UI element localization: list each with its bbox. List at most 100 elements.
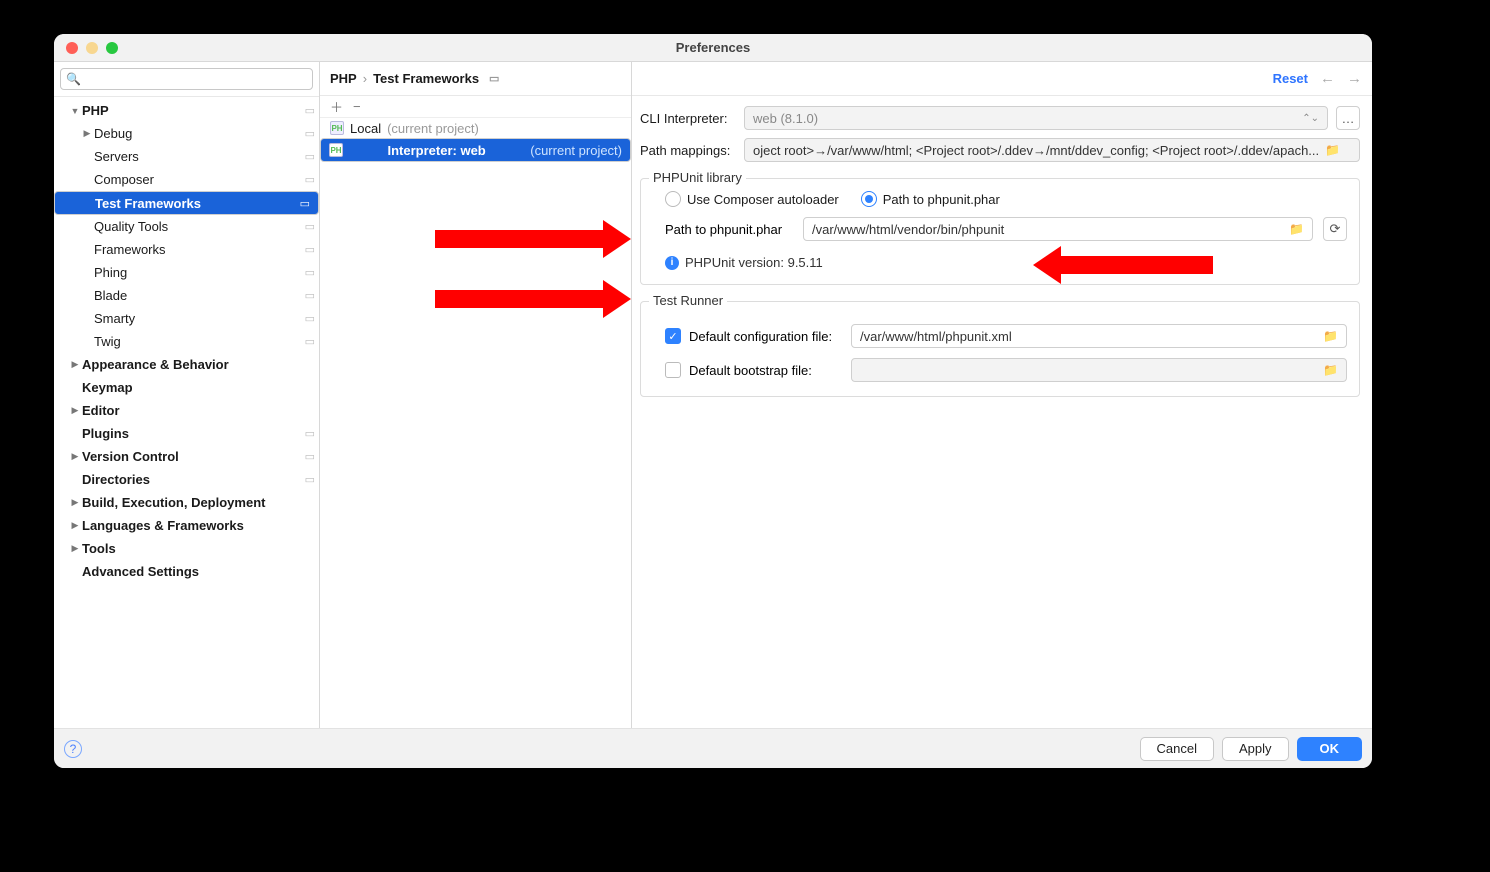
default-bootstrap-field[interactable]: 📁 (851, 358, 1347, 382)
project-scope-icon: ▭ (305, 289, 315, 302)
sidebar-item-label: Directories (82, 472, 301, 487)
project-scope-icon: ▭ (305, 473, 315, 486)
config-hint: (current project) (387, 121, 479, 136)
project-scope-icon: ▭ (305, 127, 315, 140)
phar-path-value: /var/www/html/vendor/bin/phpunit (812, 222, 1283, 237)
runner-legend: Test Runner (649, 293, 727, 308)
config-list-panel: PHP › Test Frameworks ▭ ＋ − PHLocal (cur… (320, 62, 632, 728)
radio-icon (861, 191, 877, 207)
php-icon: PH (329, 143, 343, 157)
chevron-down-icon: ▼ (70, 106, 80, 116)
sidebar-item[interactable]: Composer▭ (54, 168, 319, 191)
sidebar-item[interactable]: Frameworks▭ (54, 238, 319, 261)
reset-button[interactable]: Reset (1273, 71, 1308, 86)
body: 🔍 ▼PHP▭▶Debug▭Servers▭Composer▭Test Fram… (54, 62, 1372, 728)
project-scope-icon: ▭ (305, 312, 315, 325)
default-config-value: /var/www/html/phpunit.xml (860, 329, 1317, 344)
sidebar-item[interactable]: ▶Languages & Frameworks (54, 514, 319, 537)
sidebar-item[interactable]: Phing▭ (54, 261, 319, 284)
main-panel: Reset ← → CLI Interpreter: web (8.1.0) ⌃… (632, 62, 1372, 728)
sidebar: 🔍 ▼PHP▭▶Debug▭Servers▭Composer▭Test Fram… (54, 62, 320, 728)
project-scope-icon: ▭ (305, 450, 315, 463)
chevron-right-icon: ▶ (70, 405, 80, 416)
sidebar-item[interactable]: ▶Appearance & Behavior (54, 353, 319, 376)
sidebar-item-label: Debug (94, 126, 301, 141)
sidebar-item[interactable]: ▶Version Control▭ (54, 445, 319, 468)
cli-interpreter-select[interactable]: web (8.1.0) ⌃⌄ (744, 106, 1328, 130)
default-bootstrap-checkbox[interactable] (665, 362, 681, 378)
sidebar-item[interactable]: Test Frameworks ▭ (54, 191, 319, 215)
sidebar-item[interactable]: Plugins▭ (54, 422, 319, 445)
default-config-label: Default configuration file: (689, 329, 843, 344)
ok-button[interactable]: OK (1297, 737, 1363, 761)
search-bar: 🔍 (54, 62, 319, 97)
sidebar-item-label: Composer (94, 172, 301, 187)
config-list-item[interactable]: PH Interpreter: web (current project) (320, 138, 631, 162)
phpunit-legend: PHPUnit library (649, 170, 746, 185)
project-scope-icon: ▭ (300, 197, 310, 210)
sidebar-item-label: Advanced Settings (82, 564, 315, 579)
sidebar-item[interactable]: Keymap (54, 376, 319, 399)
chevron-right-icon: ▶ (70, 543, 80, 554)
sidebar-item[interactable]: Servers▭ (54, 145, 319, 168)
sidebar-item-label: Editor (82, 403, 315, 418)
path-mappings-label: Path mappings: (640, 143, 736, 158)
remove-button[interactable]: − (353, 99, 361, 114)
sidebar-item[interactable]: ▶Editor (54, 399, 319, 422)
chevron-right-icon: ▶ (70, 497, 80, 508)
config-hint: (current project) (530, 143, 622, 158)
folder-icon[interactable]: 📁 (1289, 222, 1304, 236)
reload-button[interactable]: ⟳ (1323, 217, 1347, 241)
sidebar-item[interactable]: Smarty▭ (54, 307, 319, 330)
sidebar-item[interactable]: Quality Tools▭ (54, 215, 319, 238)
search-icon: 🔍 (66, 72, 81, 86)
default-config-field[interactable]: /var/www/html/phpunit.xml 📁 (851, 324, 1347, 348)
breadcrumb-item: Test Frameworks (373, 71, 479, 86)
default-bootstrap-label: Default bootstrap file: (689, 363, 843, 378)
add-button[interactable]: ＋ (330, 97, 343, 116)
sidebar-item-label: Languages & Frameworks (82, 518, 315, 533)
project-scope-icon: ▭ (305, 335, 315, 348)
config-name: Interpreter: web (388, 143, 486, 158)
default-config-checkbox[interactable]: ✓ (665, 328, 681, 344)
forward-icon[interactable]: → (1347, 70, 1362, 87)
path-mappings-value: oject root>→/var/www/html; <Project root… (753, 143, 1319, 158)
cli-interpreter-browse[interactable]: … (1336, 106, 1360, 130)
folder-icon[interactable]: 📁 (1323, 329, 1338, 343)
sidebar-item[interactable]: Blade▭ (54, 284, 319, 307)
sidebar-item[interactable]: Twig▭ (54, 330, 319, 353)
sidebar-item[interactable]: Directories ▭ (54, 468, 319, 491)
sidebar-item[interactable]: ▼PHP ▭ (54, 99, 319, 122)
chevron-right-icon: › (363, 71, 367, 86)
chevron-updown-icon: ⌃⌄ (1302, 113, 1319, 124)
apply-button[interactable]: Apply (1222, 737, 1289, 761)
path-mappings-field[interactable]: oject root>→/var/www/html; <Project root… (744, 138, 1360, 162)
search-input[interactable] (60, 68, 313, 90)
sidebar-item-label: Phing (94, 265, 301, 280)
phar-path-field[interactable]: /var/www/html/vendor/bin/phpunit 📁 (803, 217, 1313, 241)
sidebar-item[interactable]: ▶Build, Execution, Deployment (54, 491, 319, 514)
cancel-button[interactable]: Cancel (1140, 737, 1214, 761)
radio-label: Path to phpunit.phar (883, 192, 1000, 207)
sidebar-item-label: Tools (82, 541, 315, 556)
breadcrumb: PHP › Test Frameworks ▭ (320, 71, 499, 86)
radio-composer-autoloader[interactable]: Use Composer autoloader (665, 191, 839, 207)
project-scope-icon: ▭ (305, 243, 315, 256)
project-scope-icon: ▭ (305, 104, 315, 117)
sidebar-item-label: Quality Tools (94, 219, 301, 234)
sidebar-item-label: Test Frameworks (95, 196, 296, 211)
sidebar-item[interactable]: ▶Debug▭ (54, 122, 319, 145)
config-list: PHLocal (current project) PH Interpreter: … (320, 118, 631, 728)
project-scope-icon: ▭ (305, 427, 315, 440)
folder-icon[interactable]: 📁 (1323, 363, 1338, 377)
sidebar-item[interactable]: Advanced Settings (54, 560, 319, 583)
folder-icon[interactable]: 📁 (1325, 143, 1340, 157)
current-project-icon: ▭ (489, 72, 499, 85)
sidebar-item-label: PHP (82, 103, 301, 118)
sidebar-item[interactable]: ▶Tools (54, 537, 319, 560)
back-icon[interactable]: ← (1320, 70, 1335, 87)
config-list-item[interactable]: PHLocal (current project) (320, 118, 631, 138)
phar-path-label: Path to phpunit.phar (665, 222, 793, 237)
help-button[interactable]: ? (64, 740, 82, 758)
radio-path-to-phar[interactable]: Path to phpunit.phar (861, 191, 1000, 207)
